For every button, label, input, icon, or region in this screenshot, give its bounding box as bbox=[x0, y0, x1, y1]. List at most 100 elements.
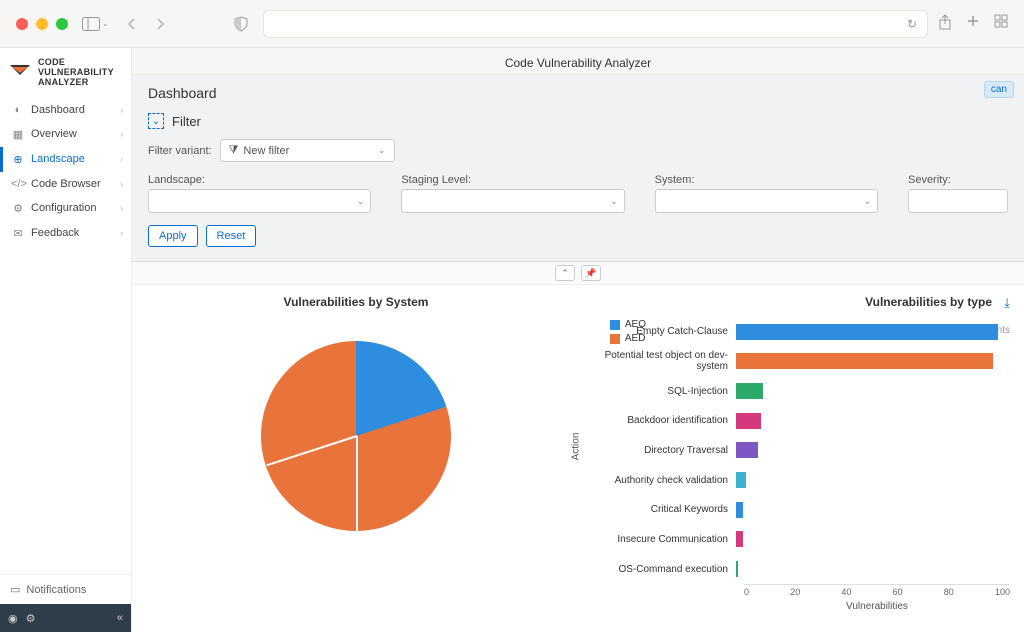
sidebar-item-label: Code Browser bbox=[31, 178, 101, 190]
x-tick: 60 bbox=[893, 587, 903, 597]
chevron-down-icon: ⌄ bbox=[378, 145, 386, 156]
severity-input[interactable] bbox=[908, 189, 1008, 213]
grid-icon: ▦ bbox=[11, 128, 25, 141]
bar-label: OS-Command execution bbox=[582, 564, 736, 575]
bar bbox=[736, 324, 998, 340]
severity-label: Severity: bbox=[908, 174, 1008, 186]
sidebar-item-feedback[interactable]: ✉ Feedback › bbox=[0, 221, 131, 246]
sidebar-item-label: Configuration bbox=[31, 202, 96, 214]
landscape-select[interactable]: ⌄ bbox=[148, 189, 371, 213]
new-tab-icon[interactable] bbox=[966, 14, 980, 33]
chevron-down-icon: ⌄ bbox=[863, 196, 871, 207]
sidebar-item-dashboard[interactable]: ◐ Dashboard › bbox=[0, 98, 131, 122]
sidebar-item-overview[interactable]: ▦ Overview › bbox=[0, 122, 131, 147]
bar-label: Directory Traversal bbox=[582, 445, 736, 456]
funnel-icon: ⧩ bbox=[229, 144, 239, 157]
panel-toolbar: ⌃ 📌 bbox=[132, 262, 1024, 285]
vulnerabilities-by-system-panel: Vulnerabilities by System AEQ AED bbox=[146, 295, 566, 612]
bar bbox=[736, 383, 763, 399]
minimize-window-button[interactable] bbox=[36, 18, 48, 30]
reload-icon[interactable]: ↻ bbox=[907, 17, 917, 31]
address-bar[interactable]: ↻ bbox=[263, 10, 928, 38]
bar-label: Backdoor identification bbox=[582, 415, 736, 426]
sidebar-item-code-browser[interactable]: </> Code Browser › bbox=[0, 172, 131, 196]
bar-label: Potential test object on dev-system bbox=[582, 350, 736, 372]
apply-button[interactable]: Apply bbox=[148, 225, 198, 247]
sidebar-footer: ◉ ⚙ « bbox=[0, 604, 131, 632]
user-icon[interactable]: ◉ bbox=[8, 612, 18, 625]
bar-row[interactable]: Directory Traversal bbox=[582, 439, 1010, 461]
filter-title: Filter bbox=[172, 114, 201, 129]
staging-label: Staging Level: bbox=[401, 174, 624, 186]
bar-label: Empty Catch-Clause bbox=[582, 326, 736, 337]
close-window-button[interactable] bbox=[16, 18, 28, 30]
bar-label: Authority check validation bbox=[582, 475, 736, 486]
vulnerabilities-by-type-panel: Vulnerabilities by type ⤓ nts Action Emp… bbox=[576, 295, 1010, 612]
bar-row[interactable]: Insecure Communication bbox=[582, 528, 1010, 550]
chart-title: Vulnerabilities by type bbox=[576, 295, 1010, 309]
bar bbox=[736, 531, 743, 547]
filter-collapse-toggle[interactable]: ⌄ bbox=[148, 113, 164, 129]
bar bbox=[736, 561, 738, 577]
x-axis-label: Vulnerabilities bbox=[744, 601, 1010, 612]
back-button[interactable] bbox=[123, 13, 141, 35]
sidebar-toggle-icon[interactable]: ⌄ bbox=[78, 13, 113, 35]
bar-label: SQL-Injection bbox=[582, 386, 736, 397]
bar-row[interactable]: Backdoor identification bbox=[582, 410, 1010, 432]
code-icon: </> bbox=[11, 178, 25, 190]
x-tick: 20 bbox=[790, 587, 800, 597]
can-button[interactable]: can bbox=[984, 81, 1014, 98]
gauge-icon: ◐ bbox=[11, 104, 25, 116]
share-icon[interactable] bbox=[938, 14, 952, 33]
bar-row[interactable]: Critical Keywords bbox=[582, 499, 1010, 521]
bar bbox=[736, 502, 743, 518]
settings-icon[interactable]: ⚙ bbox=[26, 612, 36, 625]
export-icon[interactable]: ⤓ bbox=[1004, 295, 1010, 311]
filter-variant-select[interactable]: ⧩New filter ⌄ bbox=[220, 139, 395, 162]
shield-icon[interactable] bbox=[229, 12, 253, 36]
sidebar-item-landscape[interactable]: ⊕ Landscape › bbox=[0, 147, 131, 172]
bar-row[interactable]: SQL-Injection bbox=[582, 380, 1010, 402]
pie-chart[interactable] bbox=[261, 341, 451, 531]
chevron-right-icon: › bbox=[120, 154, 123, 164]
sidebar-item-configuration[interactable]: ⚙ Configuration › bbox=[0, 196, 131, 221]
bar bbox=[736, 472, 746, 488]
collapse-sidebar-icon[interactable]: « bbox=[117, 612, 123, 624]
chevron-right-icon: › bbox=[120, 228, 123, 238]
main-content: Code Vulnerability Analyzer Dashboard ca… bbox=[132, 48, 1024, 632]
collapse-panel-icon[interactable]: ⌃ bbox=[555, 265, 575, 281]
tabs-overview-icon[interactable] bbox=[994, 14, 1008, 33]
forward-button[interactable] bbox=[151, 13, 169, 35]
bar-row[interactable]: Empty Catch-Clause bbox=[582, 321, 1010, 343]
reset-button[interactable]: Reset bbox=[206, 225, 257, 247]
chevron-right-icon: › bbox=[120, 129, 123, 139]
notifications-link[interactable]: ▭ Notifications bbox=[0, 574, 131, 604]
sidebar-item-label: Dashboard bbox=[31, 104, 85, 116]
staging-level-select[interactable]: ⌄ bbox=[401, 189, 624, 213]
landscape-label: Landscape: bbox=[148, 174, 371, 186]
x-tick: 80 bbox=[944, 587, 954, 597]
bar-chart[interactable]: Action Empty Catch-ClausePotential test … bbox=[576, 313, 1010, 612]
system-label: System: bbox=[655, 174, 878, 186]
bar-row[interactable]: OS-Command execution bbox=[582, 558, 1010, 580]
gear-icon: ⚙ bbox=[11, 202, 25, 215]
bar-label: Critical Keywords bbox=[582, 504, 736, 515]
feedback-icon: ✉ bbox=[11, 227, 25, 240]
x-tick: 0 bbox=[744, 587, 749, 597]
bar bbox=[736, 413, 761, 429]
bar-row[interactable]: Authority check validation bbox=[582, 469, 1010, 491]
system-select[interactable]: ⌄ bbox=[655, 189, 878, 213]
window-controls bbox=[16, 18, 68, 30]
app-title-bar: Code Vulnerability Analyzer bbox=[132, 48, 1024, 75]
bell-icon: ▭ bbox=[10, 583, 20, 596]
filter-variant-label: Filter variant: bbox=[148, 145, 212, 157]
logo-icon bbox=[8, 61, 32, 85]
chevron-right-icon: › bbox=[120, 203, 123, 213]
pin-panel-icon[interactable]: 📌 bbox=[581, 265, 601, 281]
chevron-right-icon: › bbox=[120, 179, 123, 189]
bar-row[interactable]: Potential test object on dev-system bbox=[582, 350, 1010, 372]
sidebar: CODE VULNERABILITY ANALYZER ◐ Dashboard … bbox=[0, 48, 132, 632]
filter-bar: ⌄ Filter Filter variant: ⧩New filter ⌄ L… bbox=[132, 105, 1024, 262]
maximize-window-button[interactable] bbox=[56, 18, 68, 30]
browser-chrome: ⌄ ↻ bbox=[0, 0, 1024, 48]
